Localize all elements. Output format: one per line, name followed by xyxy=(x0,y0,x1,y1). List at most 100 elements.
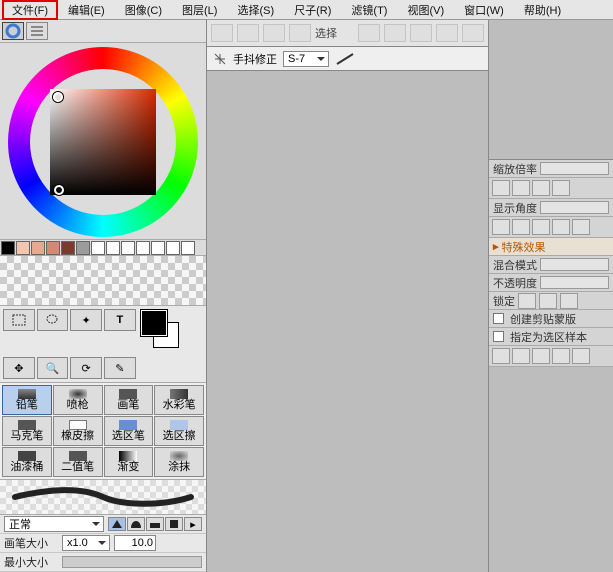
delete-layer-button[interactable] xyxy=(532,348,550,364)
sel-btn-2[interactable] xyxy=(237,24,259,42)
selmask-row[interactable]: 指定为选区样本 xyxy=(489,328,613,346)
scratchpad[interactable] xyxy=(0,255,206,306)
fx-header[interactable]: ▸ 特殊效果 xyxy=(489,238,613,256)
sv-square[interactable] xyxy=(50,89,156,195)
brush-selerase[interactable]: 选区擦 xyxy=(154,416,204,446)
text-tool[interactable]: T xyxy=(104,309,136,331)
flip-h-button[interactable] xyxy=(552,219,570,235)
brush-selpen[interactable]: 选区笔 xyxy=(104,416,154,446)
swatch[interactable] xyxy=(31,241,45,255)
navigator[interactable] xyxy=(489,20,613,160)
brush-binary[interactable]: 二值笔 xyxy=(53,447,103,477)
sel-btn-1[interactable] xyxy=(211,24,233,42)
menu-ruler[interactable]: 尺子(R) xyxy=(284,1,341,19)
brush-size-value[interactable]: 10.0 xyxy=(114,535,156,551)
stabilizer-select[interactable]: S-7 xyxy=(283,51,329,67)
magic-wand-tool[interactable]: ✦ xyxy=(70,309,102,331)
sel-btn-5[interactable] xyxy=(358,24,380,42)
selmask-checkbox[interactable] xyxy=(493,331,504,342)
swatch[interactable] xyxy=(1,241,15,255)
lasso-tool[interactable] xyxy=(37,309,69,331)
layer-blend-field[interactable] xyxy=(540,258,609,271)
menu-select[interactable]: 选择(S) xyxy=(227,1,284,19)
lock-opacity-button[interactable] xyxy=(518,293,536,309)
zoom-out-button[interactable] xyxy=(512,180,530,196)
rect-select-tool[interactable] xyxy=(3,309,35,331)
sv-marker[interactable] xyxy=(54,185,64,195)
zoom-fit-button[interactable] xyxy=(532,180,550,196)
new-folder-button[interactable] xyxy=(512,348,530,364)
blend-mode-select[interactable]: 正常 xyxy=(4,516,104,532)
brush-watercolor[interactable]: 水彩笔 xyxy=(154,385,204,415)
lock-all-button[interactable] xyxy=(560,293,578,309)
zoom-100-button[interactable] xyxy=(552,180,570,196)
menu-image[interactable]: 图像(C) xyxy=(115,1,172,19)
swatch[interactable] xyxy=(106,241,120,255)
clear-layer-button[interactable] xyxy=(572,348,590,364)
menu-help[interactable]: 帮助(H) xyxy=(514,1,571,19)
canvas-area[interactable] xyxy=(207,71,488,572)
merge-down-button[interactable] xyxy=(552,348,570,364)
rotate-reset-button[interactable] xyxy=(532,219,550,235)
brush-eraser[interactable]: 橡皮擦 xyxy=(53,416,103,446)
brush-marker[interactable]: 马克笔 xyxy=(2,416,52,446)
menu-filter[interactable]: 滤镜(T) xyxy=(341,1,397,19)
fg-color[interactable] xyxy=(141,310,167,336)
rotate-tool[interactable]: ⟳ xyxy=(70,357,102,379)
zoom-tool[interactable]: 🔍 xyxy=(37,357,69,379)
menu-view[interactable]: 视图(V) xyxy=(397,1,454,19)
clip-checkbox[interactable] xyxy=(493,313,504,324)
clip-row[interactable]: 创建剪贴蒙版 xyxy=(489,310,613,328)
sel-btn-4[interactable] xyxy=(289,24,311,42)
swatch[interactable] xyxy=(181,241,195,255)
tip-more[interactable]: ▸ xyxy=(184,517,202,531)
zoom-in-button[interactable] xyxy=(492,180,510,196)
hue-marker[interactable] xyxy=(53,92,63,102)
new-layer-button[interactable] xyxy=(492,348,510,364)
swatch[interactable] xyxy=(91,241,105,255)
lock-pixel-button[interactable] xyxy=(539,293,557,309)
color-slider-mode-button[interactable] xyxy=(26,22,48,40)
swatch[interactable] xyxy=(46,241,60,255)
tip-square[interactable] xyxy=(165,517,183,531)
menu-layer[interactable]: 图层(L) xyxy=(172,1,227,19)
brush-brush[interactable]: 画笔 xyxy=(104,385,154,415)
eyedropper-tool[interactable]: ✎ xyxy=(104,357,136,379)
menu-edit[interactable]: 编辑(E) xyxy=(58,1,115,19)
color-wheel-mode-button[interactable] xyxy=(2,22,24,40)
layer-list[interactable] xyxy=(489,367,613,572)
min-size-slider[interactable] xyxy=(62,556,202,568)
tip-flat[interactable] xyxy=(146,517,164,531)
brush-bucket[interactable]: 油漆桶 xyxy=(2,447,52,477)
brush-gradient[interactable]: 渐变 xyxy=(104,447,154,477)
swatch[interactable] xyxy=(166,241,180,255)
brush-airbrush[interactable]: 喷枪 xyxy=(53,385,103,415)
brush-pencil[interactable]: 铅笔 xyxy=(2,385,52,415)
swatch[interactable] xyxy=(76,241,90,255)
zoom-field[interactable] xyxy=(540,162,609,175)
sel-btn-8[interactable] xyxy=(436,24,458,42)
sel-btn-3[interactable] xyxy=(263,24,285,42)
swatch[interactable] xyxy=(121,241,135,255)
tip-tri[interactable] xyxy=(108,517,126,531)
swatch[interactable] xyxy=(151,241,165,255)
layer-opacity-field[interactable] xyxy=(540,276,609,289)
sel-btn-7[interactable] xyxy=(410,24,432,42)
menu-window[interactable]: 窗口(W) xyxy=(454,1,514,19)
brush-size-mult[interactable]: x1.0 xyxy=(62,535,110,551)
swatch[interactable] xyxy=(61,241,75,255)
fg-bg-color[interactable] xyxy=(138,309,203,355)
rotate-ccw-button[interactable] xyxy=(492,219,510,235)
flip-v-button[interactable] xyxy=(572,219,590,235)
brush-blur[interactable]: 涂抹 xyxy=(154,447,204,477)
sel-btn-9[interactable] xyxy=(462,24,484,42)
rotate-cw-button[interactable] xyxy=(512,219,530,235)
move-tool[interactable]: ✥ xyxy=(3,357,35,379)
menu-file[interactable]: 文件(F) xyxy=(2,0,58,20)
swatch[interactable] xyxy=(16,241,30,255)
tip-round[interactable] xyxy=(127,517,145,531)
angle-field[interactable] xyxy=(540,201,609,214)
sel-btn-6[interactable] xyxy=(384,24,406,42)
swatch[interactable] xyxy=(136,241,150,255)
color-wheel[interactable] xyxy=(8,47,198,237)
